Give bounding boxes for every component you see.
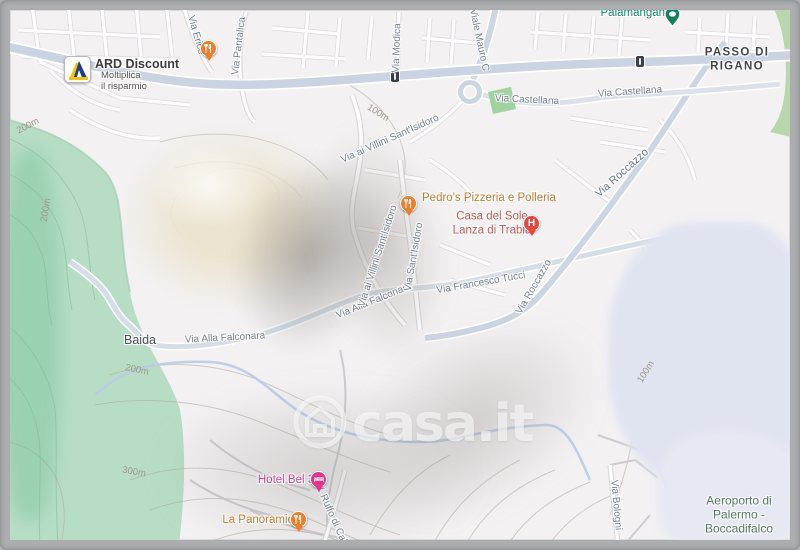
hospital-pin[interactable]: H xyxy=(523,215,540,236)
street-label-modica: Via Modica xyxy=(390,23,404,73)
restaurant-pin-panoramica[interactable] xyxy=(290,511,307,532)
road-shield-icon xyxy=(635,55,645,68)
restaurant-pin-pedros[interactable] xyxy=(400,195,417,216)
hospital-h-icon: H xyxy=(527,218,536,229)
hotel-pin[interactable] xyxy=(310,471,327,492)
poi-pedros-label[interactable]: Pedro's Pizzeria e Polleria xyxy=(422,192,556,204)
terrain-green-west xyxy=(10,120,185,540)
ard-title: ARD Discount xyxy=(95,57,180,71)
terrain-green-ne xyxy=(770,10,790,137)
poi-la-panoramica-label[interactable]: La Panoramica xyxy=(222,514,299,526)
screenshot-frame: Via Pantalica Via Modica Viale Mauro C V… xyxy=(0,0,800,550)
ard-tagline-2: il risparmio xyxy=(101,80,147,92)
utensils-icon xyxy=(404,199,412,208)
map-canvas[interactable]: Via Pantalica Via Modica Viale Mauro C V… xyxy=(10,10,790,540)
stadium-pin[interactable] xyxy=(664,10,681,28)
poi-hotel-bel3-label[interactable]: Hotel Bel 3 xyxy=(258,474,314,486)
poi-ard-discount[interactable]: ARD Discount Moltiplica il risparmio xyxy=(64,56,179,93)
utensils-icon xyxy=(204,44,212,53)
bed-icon xyxy=(313,476,324,482)
locality-label-baida: Baida xyxy=(124,333,156,347)
area-label-passo-di-rigano: PASSO DI RIGANO xyxy=(704,46,770,73)
restaurant-pin[interactable] xyxy=(200,40,217,61)
poi-palamangano-label[interactable]: Palamangano xyxy=(601,10,672,19)
ard-logo-icon xyxy=(64,56,91,83)
poi-casa-del-sole-label[interactable]: Casa del Sole Lanza di Trabia xyxy=(453,210,532,239)
utensils-icon xyxy=(294,515,302,524)
poi-airport-label: Aeroporto di Palermo - Boccadifalco xyxy=(704,493,774,535)
